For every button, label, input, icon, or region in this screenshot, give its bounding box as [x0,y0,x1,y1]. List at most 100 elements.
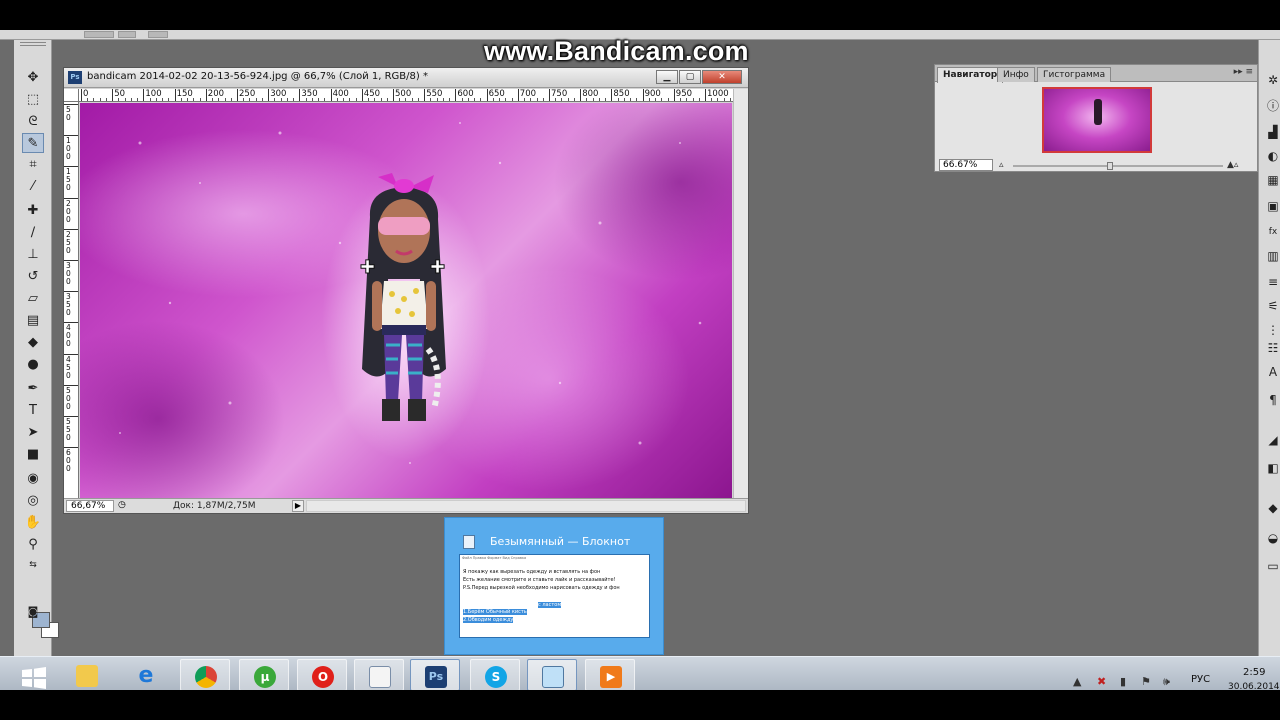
taskbar-app-word[interactable] [354,659,404,691]
navigator-zoom-field[interactable]: 66.67% [939,159,993,171]
language-indicator[interactable]: РУС [1191,674,1210,685]
color-panel-icon[interactable]: ◐ [1265,148,1280,164]
taskbar-app-utorrent[interactable]: µ [239,659,289,691]
navigator-panel-icon[interactable]: ✲ [1265,72,1280,88]
taskbar-app-notepad[interactable] [527,659,577,691]
paths-panel-icon[interactable]: ⋮ [1265,322,1280,338]
taskbar-app-internet-explorer[interactable]: e [121,659,171,691]
styles-panel-icon[interactable]: ▣ [1265,198,1280,214]
healing-brush-tool-icon[interactable]: ✚ [22,201,44,221]
rectangle-tool-icon[interactable]: ■ [22,445,44,465]
taskbar-app-bandicam[interactable]: ▶ [585,659,635,691]
tab-info[interactable]: Инфо [997,67,1035,82]
ruler-tick [455,89,457,101]
quick-mask-icon[interactable]: ◙ [22,602,44,622]
options-bar-control[interactable] [118,31,136,38]
clone-source-panel-icon[interactable]: ◧ [1265,460,1280,476]
taskbar-app-opera[interactable]: O [297,659,347,691]
volume-icon[interactable]: 🕪 [1163,675,1170,689]
ruler-label: 700 [519,89,537,99]
action-center-icon[interactable]: ⚑ [1141,675,1151,688]
ruler-minor-tick [105,98,107,101]
document-titlebar[interactable]: Ps bandicam 2014-02-02 20-13-56-924.jpg … [64,68,748,88]
battery-icon[interactable]: ▮ [1120,675,1126,688]
blur-tool-icon[interactable]: ◆ [22,333,44,353]
maximize-button[interactable]: ▢ [679,70,701,84]
taskbar-app-skype[interactable]: S [470,659,520,691]
image-canvas[interactable]: ✚ ✚ [80,103,732,498]
3d-panel-icon[interactable]: ◆ [1265,500,1280,516]
info-panel-icon[interactable]: ⓘ [1265,98,1280,114]
3d-rotate-tool-icon[interactable]: ◉ [22,469,44,489]
brush-tool-icon[interactable]: ∕ [22,223,44,243]
options-bar-control[interactable] [148,31,168,38]
navigator-zoom-slider[interactable] [1013,165,1223,167]
brushes-panel-icon[interactable]: ◢ [1265,432,1280,448]
ruler-tick [268,89,270,101]
eyedropper-tool-icon[interactable]: ⁄ [22,177,44,197]
notepad-line-selected: 2.Обводим одежду [463,617,514,623]
ruler-minor-tick [655,98,657,101]
taskbar-app-explorer[interactable] [62,659,112,691]
eraser-tool-icon[interactable]: ▱ [22,289,44,309]
adjustments-panel-icon[interactable]: fx [1265,224,1280,240]
ruler-origin[interactable] [64,89,79,102]
horizontal-scrollbar[interactable] [306,500,746,512]
path-selection-tool-icon[interactable]: ➤ [22,423,44,443]
marquee-tool-icon[interactable]: ⬚ [22,90,44,110]
history-panel-icon[interactable]: ☷ [1265,340,1280,356]
clock-time[interactable]: 2:59 [1243,667,1265,678]
pen-tool-icon[interactable]: ✒ [22,379,44,399]
ruler-label: 950 [675,89,693,99]
3d-orbit-tool-icon[interactable]: ◎ [22,491,44,511]
document-zoom-field[interactable]: 66,67% [66,500,114,512]
notepad-thumbnail-preview[interactable]: Безымянный — Блокнот Файл Правка Формат … [444,517,664,655]
lasso-tool-icon[interactable]: ᘓ [22,112,44,132]
paragraph-panel-icon[interactable]: ¶ [1265,392,1280,408]
panel-grip[interactable] [20,42,46,46]
status-bar-icon[interactable]: ◷ [118,500,126,510]
options-bar-control[interactable] [84,31,114,38]
ruler-tick [486,89,488,101]
navigator-preview[interactable] [1042,87,1152,153]
minimize-button[interactable]: ▁ [656,70,678,84]
zoom-tool-icon[interactable]: ⚲ [22,535,44,555]
channels-panel-icon[interactable]: ⚟ [1265,298,1280,314]
navigator-slider-handle[interactable] [1107,162,1113,170]
dodge-tool-icon[interactable]: ● [22,355,44,375]
zoom-in-icon[interactable]: ▲▵ [1227,160,1238,170]
crop-tool-icon[interactable]: ⌗ [22,155,44,175]
swatches-panel-icon[interactable]: ▦ [1265,172,1280,188]
zoom-out-icon[interactable]: ▵ [999,160,1004,170]
measurement-panel-icon[interactable]: ▭ [1265,558,1280,574]
tab-histogram[interactable]: Гистограмма [1037,67,1112,82]
close-button[interactable]: ✕ [702,70,742,84]
move-tool-icon[interactable]: ✥ [22,68,44,88]
taskbar-app-chrome[interactable] [180,659,230,691]
network-warning-icon[interactable]: ✖ [1097,675,1106,688]
status-menu-arrow-icon[interactable]: ▶ [292,500,304,512]
taskbar-app-photoshop[interactable]: Ps [410,659,460,691]
masks-panel-icon[interactable]: ▥ [1265,248,1280,264]
avatar-character[interactable]: ✚ ✚ [348,169,460,429]
ruler-minor-tick [499,98,501,101]
gradient-tool-icon[interactable]: ▤ [22,311,44,331]
history-brush-tool-icon[interactable]: ↺ [22,267,44,287]
vertical-ruler[interactable]: 5 0 1 0 0 1 5 0 2 0 0 2 5 0 3 0 0 3 5 0 4 0 0 4 … [64,102,79,498]
windows-start-icon[interactable] [20,666,48,690]
tab-navigator[interactable]: Навигатор [937,67,1004,83]
horizontal-ruler[interactable]: 0 50 100 150 200 250 300 350 400 450 500 550 600 650 7… [79,89,733,102]
ruler-tick [205,89,207,101]
swap-colors-icon[interactable]: ⇆ [22,555,44,575]
vertical-scrollbar[interactable] [733,89,748,498]
hand-tool-icon[interactable]: ✋ [22,513,44,533]
animation-panel-icon[interactable]: ◒ [1265,530,1280,546]
quick-selection-tool-icon[interactable]: ✎ [22,133,44,153]
clone-stamp-tool-icon[interactable]: ⊥ [22,245,44,265]
histogram-panel-icon[interactable]: ▟ [1265,124,1280,140]
character-panel-icon[interactable]: A [1265,364,1280,380]
panel-menu-icon[interactable]: ▸▸ ≡ [1234,67,1253,77]
layers-panel-icon[interactable]: ≡ [1265,274,1280,290]
type-tool-icon[interactable]: T [22,401,44,421]
show-hidden-icons-icon[interactable]: ▲ [1073,675,1081,688]
